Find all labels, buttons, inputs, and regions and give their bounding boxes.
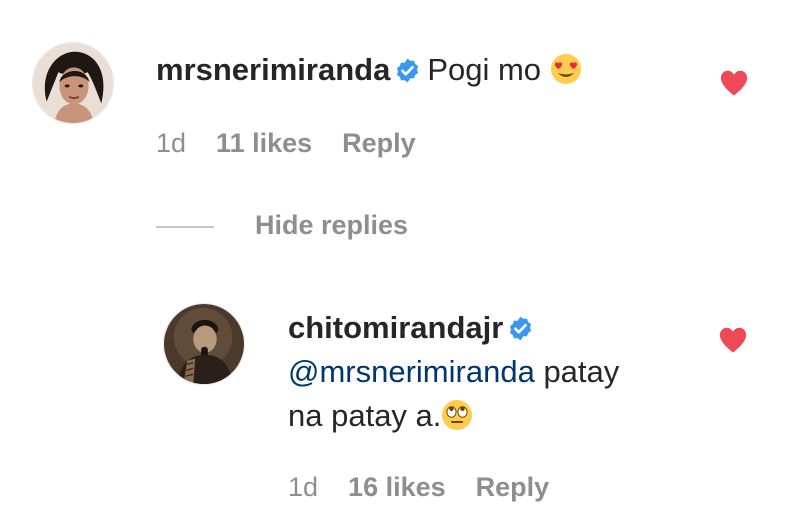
verified-badge-icon — [394, 57, 421, 84]
reply-text: patay — [543, 354, 620, 389]
reply-text-continued: na patay a. — [288, 398, 442, 433]
comment-reply-button[interactable]: Reply — [342, 128, 416, 159]
like-heart-icon[interactable] — [719, 69, 749, 97]
reply-mention-link[interactable]: @mrsnerimiranda — [288, 354, 535, 389]
reply-meta: 1d 16 likes Reply — [288, 472, 549, 503]
comment-meta: 1d 11 likes Reply — [156, 128, 416, 159]
reply-timestamp: 1d — [288, 472, 319, 502]
avatar-chitomirandajr[interactable] — [163, 303, 245, 385]
reply-body: chitomirandajr — [288, 308, 540, 348]
replies-divider — [156, 226, 214, 228]
comment-body: mrsnerimiranda Pogi mo — [156, 50, 582, 90]
avatar-mrsnerimiranda[interactable] — [32, 42, 114, 124]
comment-text: Pogi mo — [427, 52, 542, 87]
heart-eyes-emoji — [550, 53, 582, 85]
comment-username[interactable]: mrsnerimiranda — [156, 52, 390, 87]
verified-badge-icon — [507, 315, 534, 342]
comment-timestamp: 1d — [156, 128, 187, 158]
avatar-image — [164, 304, 244, 384]
comment-likes-count[interactable]: 11 likes — [216, 128, 312, 159]
reply-text-line-1: @mrsnerimiranda patay — [288, 352, 619, 392]
reply-text-line-2: na patay a. — [288, 396, 473, 436]
reply-like-heart-icon[interactable] — [718, 326, 748, 354]
avatar-image — [33, 43, 113, 123]
hide-replies-button[interactable]: Hide replies — [255, 210, 408, 241]
reply-likes-count[interactable]: 16 likes — [348, 472, 446, 503]
reply-reply-button[interactable]: Reply — [476, 472, 550, 503]
eye-roll-emoji — [441, 399, 473, 431]
reply-username[interactable]: chitomirandajr — [288, 310, 503, 345]
